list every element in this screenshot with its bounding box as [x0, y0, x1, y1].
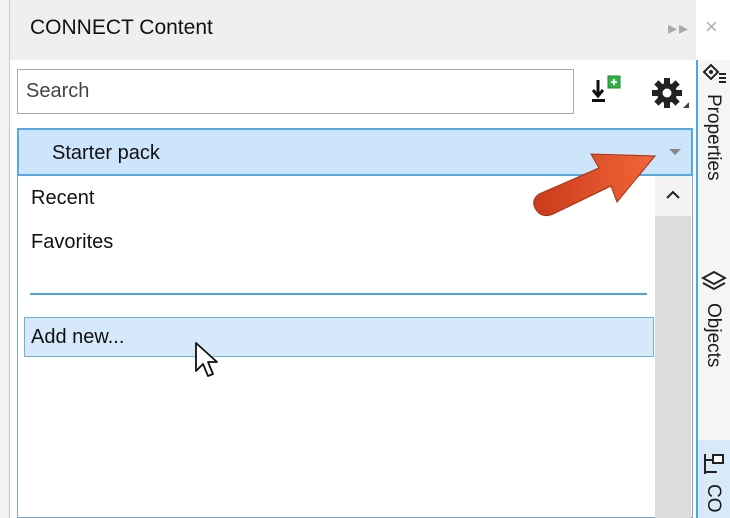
right-dock-tabs: Properties Objects CO	[698, 60, 730, 518]
connect-icon	[704, 454, 724, 474]
docker-title: CONNECT Content	[30, 16, 213, 39]
search-field[interactable]	[17, 69, 574, 114]
add-new-item[interactable]: Add new...	[24, 317, 654, 357]
content-pack-list: Recent Favorites Add new...	[17, 176, 693, 518]
tab-properties-label: Properties	[703, 94, 724, 181]
tab-properties[interactable]: Properties	[698, 60, 730, 225]
gear-icon	[652, 78, 689, 108]
tab-connect-content[interactable]: CO	[698, 440, 730, 518]
objects-icon	[701, 270, 727, 291]
options-button[interactable]	[647, 74, 693, 114]
mouse-cursor-icon	[195, 342, 218, 377]
list-item-recent[interactable]: Recent	[31, 187, 94, 210]
list-separator	[30, 293, 647, 295]
left-divider	[9, 0, 10, 518]
close-icon[interactable]: ×	[705, 14, 718, 40]
scrollbar[interactable]	[655, 176, 691, 518]
chevron-down-icon[interactable]	[669, 149, 681, 155]
list-item-favorites[interactable]: Favorites	[31, 231, 113, 254]
tab-objects-label: Objects	[703, 303, 724, 368]
annotation-arrow-icon	[533, 153, 657, 216]
add-new-label: Add new...	[31, 326, 125, 348]
chevron-up-icon	[666, 190, 680, 199]
import-icon	[591, 75, 621, 102]
content-pack-selected: Starter pack	[52, 142, 160, 164]
import-content-button[interactable]	[590, 74, 630, 112]
tab-connect-label: CO	[703, 484, 724, 513]
left-dock-strip	[0, 0, 9, 518]
tab-objects[interactable]: Objects	[698, 255, 730, 405]
properties-icon	[702, 63, 726, 83]
collapse-icon[interactable]: ▸▸	[668, 18, 690, 39]
search-input[interactable]	[18, 70, 573, 113]
